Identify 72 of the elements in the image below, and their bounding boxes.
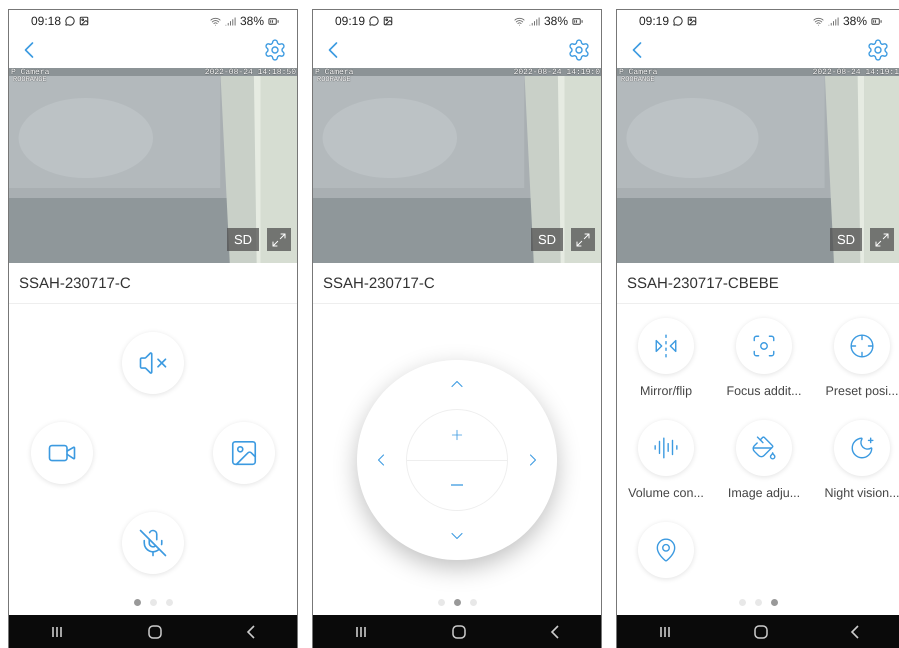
video-timestamp: 2022-08-24 14:19:1 [812,69,899,77]
feature-label: Image adju... [728,486,800,500]
feature-button[interactable] [638,420,694,476]
feature-button[interactable] [834,420,890,476]
gallery-icon [79,16,90,26]
camera-label: P Camera [315,69,354,77]
battery-icon [572,16,583,26]
device-name: SSAH-230717-CBEBE [617,263,899,304]
fullscreen-button[interactable] [870,228,894,251]
moon-star-icon [849,435,875,461]
gallery-icon [383,16,394,26]
battery-level: 38% [842,14,867,28]
device-name: SSAH-230717-C [313,263,601,304]
paint-bucket-icon [751,435,777,461]
status-time: 09:18 [31,14,62,28]
battery-level: 38% [544,14,568,28]
back-nav-icon[interactable] [850,624,860,638]
status-time: 09:19 [335,14,366,28]
page-dot[interactable] [771,599,778,606]
feature-button[interactable] [638,522,694,578]
feature-button[interactable] [834,318,890,374]
home-icon[interactable] [146,624,163,640]
status-time: 09:19 [639,14,670,28]
recent-apps-icon[interactable] [50,624,64,638]
chat-icon [673,16,684,26]
camera-label: P Camera [619,69,658,77]
wifi-icon [210,16,221,26]
feature-button[interactable] [736,420,792,476]
recent-apps-icon[interactable] [354,624,368,638]
back-nav-icon[interactable] [246,624,256,638]
video-timestamp: 2022-08-24 14:18:50 [204,69,296,77]
battery-icon [871,16,882,26]
feature-label: Volume con... [628,486,704,500]
battery-icon [268,16,279,26]
home-icon[interactable] [752,624,768,640]
crosshair-icon [849,333,875,359]
feature-label: Preset posi... [826,384,898,398]
gallery-icon [687,16,698,26]
chat-icon [369,16,380,26]
feature-button[interactable] [638,318,694,374]
recent-apps-icon[interactable] [658,624,672,638]
feature-label: Mirror/flip [640,384,692,398]
mirror-icon [653,333,679,359]
microphone-off-icon [138,528,168,558]
feature-label: Night vision... [824,486,899,500]
minus-icon [451,484,463,486]
page-dot[interactable] [454,599,460,606]
fullscreen-button[interactable] [571,228,595,251]
back-nav-icon[interactable] [550,624,560,638]
battery-level: 38% [240,14,264,28]
sound-bars-icon [653,435,679,461]
device-name: SSAH-230717-C [9,263,297,304]
focus-icon [751,333,777,359]
expand-icon [874,232,890,248]
wifi-icon [514,16,525,26]
page-dot[interactable] [134,599,140,606]
fullscreen-button[interactable] [267,228,291,251]
quality-button[interactable]: SD [830,228,862,251]
settings-icon[interactable] [866,38,890,62]
expand-icon [271,232,287,248]
camera-label: P Camera [11,69,50,77]
home-icon[interactable] [450,624,467,640]
chat-icon [65,16,76,26]
expand-icon [575,232,591,248]
quality-button[interactable]: SD [226,228,259,251]
quality-button[interactable]: SD [530,228,563,251]
feature-label: Focus addit... [726,384,802,398]
settings-icon[interactable] [263,38,287,62]
video-timestamp: 2022-08-24 14:19:0 [514,69,600,77]
feature-button[interactable] [736,318,792,374]
wifi-icon [812,16,824,26]
settings-icon[interactable] [567,38,591,62]
